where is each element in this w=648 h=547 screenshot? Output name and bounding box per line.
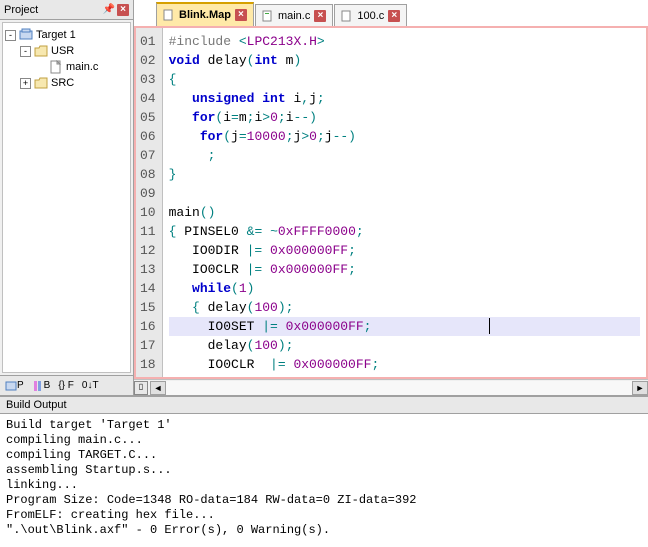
editor-area: Blink.Map × main.c × 100.c × 01020304050… [134,0,648,395]
document-icon [262,10,274,22]
split-icon[interactable]: ▯ [134,381,148,395]
tree-label[interactable]: USR [51,45,74,57]
code-content[interactable]: #include <LPC213X.H>void delay(int m){ u… [163,28,646,377]
tab-main-c[interactable]: main.c × [255,4,333,26]
tab-close-icon[interactable]: × [314,10,326,22]
project-panel: Project 📌 × - Target 1 - USR [0,0,134,395]
document-icon [163,9,175,21]
tree-usr[interactable]: - USR [5,43,128,59]
tree-src[interactable]: + SRC [5,75,128,91]
tree-toggle-icon[interactable]: + [20,78,31,89]
build-output-header: Build Output [0,396,648,414]
project-panel-header: Project 📌 × [0,0,133,20]
scroll-track[interactable] [166,381,632,395]
tab-100-c[interactable]: 100.c × [334,4,407,26]
folder-icon [34,44,48,58]
target-icon [19,28,33,42]
panel-tab-functions[interactable]: {} F [55,379,77,392]
panel-tab-books[interactable]: B [29,379,54,393]
pin-icon[interactable]: 📌 [103,4,115,16]
tab-close-icon[interactable]: × [235,9,247,21]
project-panel-tabs: P B {} F 0↓T [0,375,133,395]
tab-label: Blink.Map [179,9,231,21]
tree-toggle-icon[interactable]: - [20,46,31,57]
line-gutter: 010203040506070809101112131415161718 [136,28,163,377]
panel-tab-project[interactable]: P [2,379,27,393]
document-icon [341,10,353,22]
project-panel-title: Project [4,4,38,16]
tree-root[interactable]: - Target 1 [5,27,128,43]
tab-blink-map[interactable]: Blink.Map × [156,2,254,26]
horizontal-scrollbar[interactable]: ▯ ◄ ► [134,379,648,395]
code-editor[interactable]: 010203040506070809101112131415161718 #in… [134,26,648,379]
tree-label[interactable]: SRC [51,77,74,89]
build-output[interactable]: Build target 'Target 1' compiling main.c… [0,414,648,547]
tree-toggle-icon[interactable]: - [5,30,16,41]
panel-controls: 📌 × [103,4,129,16]
scroll-left-icon[interactable]: ◄ [150,381,166,395]
panel-tab-templates[interactable]: 0↓T [79,379,102,392]
tab-close-icon[interactable]: × [388,10,400,22]
project-tree[interactable]: - Target 1 - USR main.c + [2,22,131,373]
tab-label: 100.c [357,10,384,22]
folder-icon [34,76,48,90]
top-area: Project 📌 × - Target 1 - USR [0,0,648,396]
tree-label[interactable]: Target 1 [36,29,76,41]
editor-tabs: Blink.Map × main.c × 100.c × [134,0,648,26]
tree-mainc[interactable]: main.c [5,59,128,75]
file-icon [49,60,63,74]
scroll-right-icon[interactable]: ► [632,381,648,395]
build-output-title: Build Output [6,399,67,411]
close-icon[interactable]: × [117,4,129,16]
tab-label: main.c [278,10,310,22]
tree-label[interactable]: main.c [66,61,98,73]
